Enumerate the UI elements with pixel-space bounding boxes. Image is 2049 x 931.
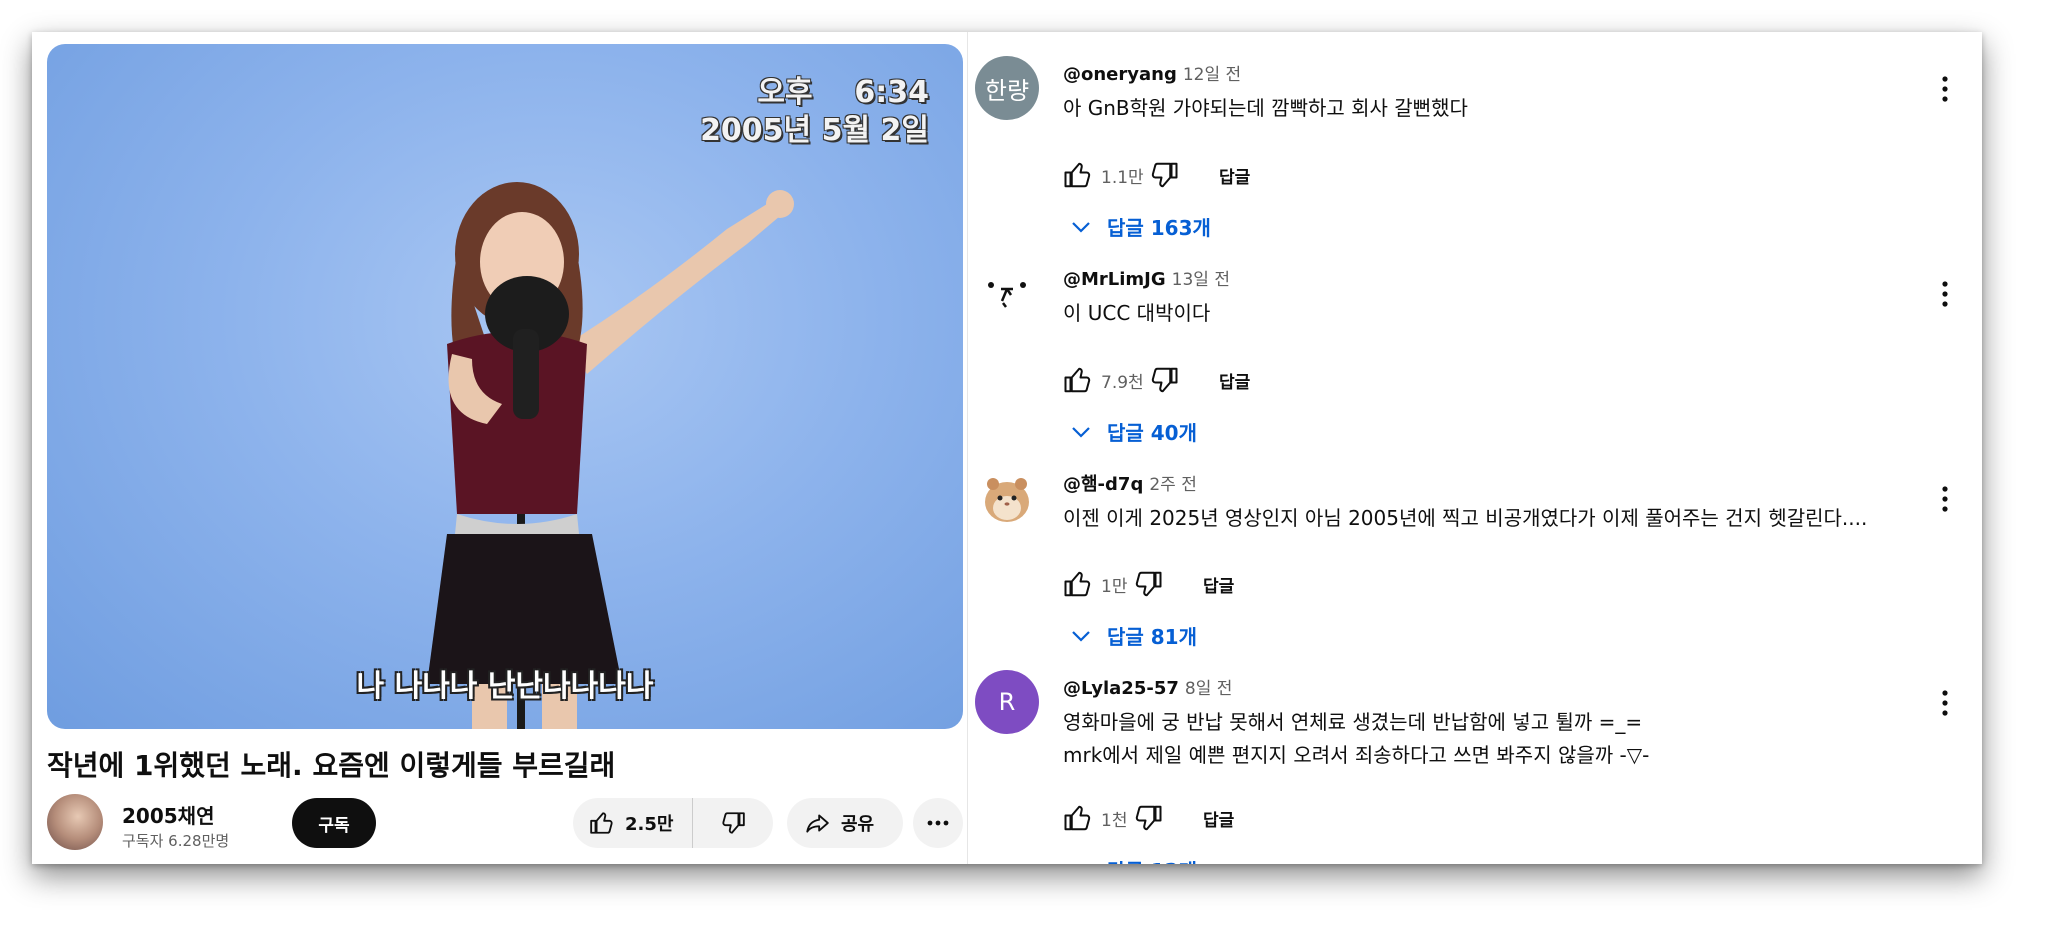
comment-like-count: 1.1만 [1101, 167, 1144, 188]
like-count: 2.5만 [625, 814, 674, 835]
comment-actions: 1천 답글 [1063, 800, 1234, 836]
comment-author[interactable]: @MrLimJG [1063, 269, 1166, 290]
more-actions-button[interactable] [913, 798, 963, 848]
channel-avatar[interactable] [47, 794, 103, 850]
comment-time: 2주 전 [1149, 475, 1197, 495]
chevron-down-icon [1072, 426, 1090, 438]
screenshot-frame: 오후 6:34 2005년 5월 2일 나 나나나 난난나나나나 작년에 1위했던… [32, 32, 1982, 864]
thumbs-up-icon[interactable] [1063, 569, 1093, 599]
comment-author-line: @MrLimJG 13일 전 [1063, 265, 1230, 290]
comment-avatar[interactable] [975, 466, 1039, 530]
comment-author[interactable]: @oneryang [1063, 64, 1177, 85]
reply-button[interactable]: 답글 [1203, 572, 1234, 597]
comment-time: 12일 전 [1182, 65, 1242, 85]
comment-text: 이젠 이게 2025년 영상인지 아님 2005년에 찍고 비공개였다가 이제 … [1063, 506, 1868, 530]
video-player[interactable]: 오후 6:34 2005년 5월 2일 나 나나나 난난나나나나 [47, 44, 963, 729]
thumbs-down-icon [722, 812, 745, 834]
comment-more-icon[interactable] [1933, 277, 1957, 311]
thumbs-down-icon[interactable] [1149, 365, 1179, 395]
comment-like-count: 1만 [1101, 576, 1128, 597]
comment-actions: 1만 답글 [1063, 566, 1234, 602]
face-doodle-icon [988, 282, 1026, 308]
reply-button[interactable]: 답글 [1203, 806, 1234, 831]
thumbs-down-icon[interactable] [1149, 160, 1179, 190]
subscriber-count: 구독자 6.28만명 [122, 832, 230, 850]
thumbs-down-icon[interactable] [1133, 569, 1163, 599]
comment-more-icon[interactable] [1933, 482, 1957, 516]
thumbs-up-icon[interactable] [1063, 365, 1093, 395]
chevron-down-icon [1072, 630, 1090, 642]
comment-avatar[interactable] [975, 261, 1039, 325]
comments-panel: 한량 @oneryang 12일 전 아 GnB학원 가야되는데 깜빡하고 회사 … [967, 32, 1982, 864]
share-icon [806, 814, 829, 833]
thumbs-up-icon[interactable] [1063, 803, 1093, 833]
view-replies-button[interactable]: 답글 81개 [1071, 621, 1197, 650]
comment-author-line: @Lyla25-57 8일 전 [1063, 674, 1232, 699]
comment-actions: 7.9천 답글 [1063, 362, 1250, 398]
like-button[interactable]: 2.5만 [573, 798, 693, 848]
view-replies-button[interactable]: 답글 12개 [1071, 855, 1197, 864]
reply-button[interactable]: 답글 [1219, 368, 1250, 393]
reply-button[interactable]: 답글 [1219, 163, 1250, 188]
chevron-down-icon [1072, 221, 1090, 233]
thumbs-down-icon[interactable] [1133, 803, 1163, 833]
chevron-down-icon [1071, 864, 1091, 865]
comment-like-count: 7.9천 [1101, 372, 1144, 393]
video-osd-timestamp: 오후 6:34 2005년 5월 2일 [700, 75, 929, 148]
comment-avatar[interactable]: 한량 [975, 56, 1039, 120]
comment-author-line: @햄-d7q 2주 전 [1063, 470, 1197, 496]
view-replies-button[interactable]: 답글 40개 [1071, 417, 1197, 446]
comment-actions: 1.1만 답글 [1063, 157, 1250, 193]
video-title: 작년에 1위했던 노래. 요즘엔 이렇게들 부르길래 [47, 749, 616, 782]
comment-time: 13일 전 [1171, 270, 1230, 290]
like-dislike-group: 2.5만 [573, 798, 773, 848]
share-label: 공유 [841, 814, 875, 835]
view-replies-button[interactable]: 답글 163개 [1071, 212, 1211, 241]
comment-text: 아 GnB학원 가야되는데 깜빡하고 회사 갈뻔했다 [1063, 96, 1468, 120]
comment-text: 영화마을에 궁 반납 못해서 연체료 생겼는데 반납함에 넣고 튈까 =_= mr… [1063, 710, 1650, 767]
comment-like-count: 1천 [1101, 810, 1128, 831]
comment-more-icon[interactable] [1933, 72, 1957, 106]
subscribe-button[interactable]: 구독 [292, 798, 376, 848]
dislike-button[interactable] [693, 798, 773, 848]
comment-author[interactable]: @Lyla25-57 [1063, 678, 1179, 699]
hamster-icon [985, 478, 1029, 522]
comment-author[interactable]: @햄-d7q [1063, 474, 1143, 495]
thumbs-up-icon[interactable] [1063, 160, 1093, 190]
channel-name[interactable]: 2005채연 [122, 800, 214, 829]
comment-more-icon[interactable] [1933, 686, 1957, 720]
comment-author-line: @oneryang 12일 전 [1063, 60, 1241, 85]
share-button[interactable]: 공유 [787, 798, 903, 848]
comment-time: 8일 전 [1184, 679, 1233, 699]
more-horizontal-icon [927, 820, 949, 826]
comment-text: 이 UCC 대박이다 [1063, 301, 1211, 325]
channel-row: 2005채연 구독자 6.28만명 구독 2.5만 공유 [47, 788, 977, 852]
video-subtitle: 나 나나나 난난나나나나 [356, 669, 654, 704]
comment-avatar[interactable]: R [975, 670, 1039, 734]
thumbs-up-icon [590, 812, 613, 834]
